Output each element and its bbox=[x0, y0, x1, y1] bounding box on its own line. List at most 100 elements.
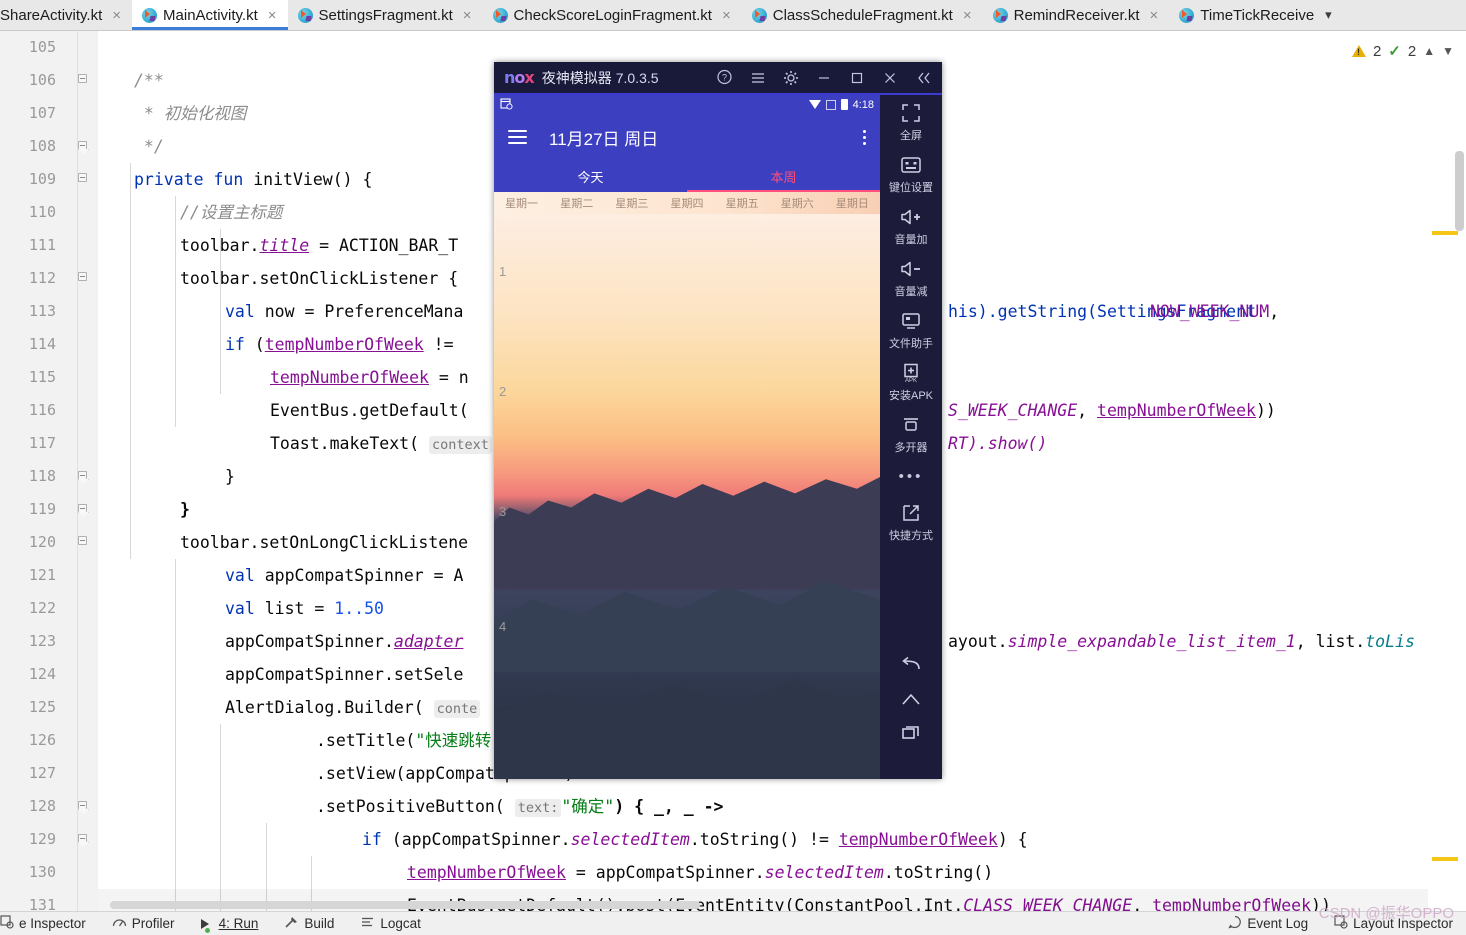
volume-down-icon bbox=[899, 257, 923, 281]
nox-title-bar[interactable]: nox 夜神模拟器 7.0.3.5 ? bbox=[494, 62, 942, 95]
sidebar-item-file-assistant[interactable]: 文件助手 bbox=[880, 309, 942, 351]
code-line-110: //设置主标题 bbox=[180, 203, 283, 222]
close-icon[interactable]: × bbox=[461, 8, 474, 23]
editor-tab-bar: ShareActivity.kt × MainActivity.kt × Set… bbox=[0, 0, 1466, 31]
warning-triangle-icon bbox=[1351, 45, 1366, 57]
nav-home-button[interactable] bbox=[880, 687, 942, 711]
menu-icon[interactable] bbox=[741, 62, 774, 94]
editor-tab-mainactivity[interactable]: MainActivity.kt × bbox=[132, 0, 288, 30]
fullscreen-icon bbox=[901, 101, 921, 125]
maximize-icon[interactable] bbox=[840, 62, 873, 94]
schedule-canvas[interactable]: 1 2 3 4 bbox=[494, 214, 880, 779]
nox-emulator-window[interactable]: nox 夜神模拟器 7.0.3.5 ? 4:18 11月27日 周日 今天 本周… bbox=[494, 62, 942, 779]
statusbar-event-log[interactable]: Event Log bbox=[1215, 915, 1321, 932]
android-tab-row[interactable]: 今天 本周 bbox=[494, 160, 880, 192]
checkmark-icon: ✓ bbox=[1388, 43, 1401, 60]
tab-this-week[interactable]: 本周 bbox=[687, 167, 880, 186]
editor-tab-timetickreceiver[interactable]: TimeTickReceive bbox=[1169, 0, 1323, 30]
chevron-down-icon[interactable]: ▼ bbox=[1442, 44, 1454, 58]
android-screen[interactable]: 4:18 11月27日 周日 今天 本周 星期一 星期二 星期三 星期四 星期五… bbox=[494, 95, 880, 779]
sidebar-item-fullscreen[interactable]: 全屏 bbox=[880, 101, 942, 143]
hamburger-icon[interactable] bbox=[508, 126, 527, 148]
line-number: 129 bbox=[28, 830, 56, 848]
statusbar-run[interactable]: 4: Run bbox=[188, 916, 272, 933]
sidebar-item-volume-up[interactable]: 音量加 bbox=[880, 205, 942, 247]
android-status-bar: 4:18 bbox=[494, 95, 880, 114]
fold-marker[interactable] bbox=[76, 526, 89, 559]
editor-tab-label: CheckScoreLoginFragment.kt bbox=[513, 6, 712, 24]
code-line-111: toolbar.title = ACTION_BAR_T bbox=[180, 236, 459, 255]
help-icon[interactable]: ? bbox=[708, 62, 741, 94]
logcat-icon bbox=[360, 915, 375, 932]
sidebar-item-volume-down[interactable]: 音量减 bbox=[880, 257, 942, 299]
code-line-123-right: ayout.simple_expandable_list_item_1, lis… bbox=[948, 632, 1415, 651]
android-app-bar: 11月27日 周日 bbox=[494, 114, 880, 160]
close-icon[interactable]: × bbox=[961, 8, 974, 23]
sidebar-item-multi-instance[interactable]: 多开器 bbox=[880, 413, 942, 455]
close-icon[interactable]: × bbox=[1148, 8, 1161, 23]
nav-recents-button[interactable] bbox=[880, 721, 942, 745]
inspection-widget[interactable]: 2 ✓ 2 ▲ ▼ bbox=[1347, 40, 1458, 62]
editor-tab-remindreceiver[interactable]: RemindReceiver.kt × bbox=[983, 0, 1170, 30]
minimize-icon[interactable] bbox=[807, 62, 840, 94]
close-icon[interactable]: × bbox=[266, 8, 279, 23]
fold-marker[interactable] bbox=[76, 790, 89, 823]
kotlin-file-icon bbox=[992, 7, 1008, 23]
line-number: 130 bbox=[28, 863, 56, 881]
editor-tab-shareactivity[interactable]: ShareActivity.kt × bbox=[0, 0, 132, 30]
close-icon[interactable]: × bbox=[110, 8, 123, 23]
nox-tool-sidebar[interactable]: 全屏 键位设置 音量加 音量减 文件助手 APK 安装APK 多开器 ••• 快… bbox=[880, 95, 942, 779]
line-number: 112 bbox=[28, 269, 56, 287]
line-number: 118 bbox=[28, 467, 56, 485]
weekday-label: 星期五 bbox=[725, 198, 759, 210]
fold-marker[interactable] bbox=[76, 262, 89, 295]
fold-marker[interactable] bbox=[76, 130, 89, 163]
weekday-label: 星期日 bbox=[835, 198, 869, 210]
statusbar-profiler[interactable]: Profiler bbox=[99, 915, 188, 932]
editor-horizontal-scrollbar[interactable] bbox=[110, 901, 700, 909]
tab-today[interactable]: 今天 bbox=[494, 167, 687, 186]
close-icon[interactable] bbox=[873, 62, 906, 94]
tab-indicator bbox=[687, 190, 880, 192]
chevron-up-icon[interactable]: ▲ bbox=[1423, 44, 1435, 58]
kebab-menu-icon[interactable] bbox=[863, 129, 866, 145]
android-studio-window: ShareActivity.kt × MainActivity.kt × Set… bbox=[0, 0, 1466, 935]
sidebar-item-more[interactable]: ••• bbox=[880, 465, 942, 491]
editor-tab-classschedulefragment[interactable]: ClassScheduleFragment.kt × bbox=[742, 0, 983, 30]
fold-marker[interactable] bbox=[76, 823, 89, 856]
editor-tab-settingsfragment[interactable]: SettingsFragment.kt × bbox=[288, 0, 483, 30]
statusbar-right-group: Event Log Layout Inspector bbox=[1215, 915, 1466, 932]
nox-body: 4:18 11月27日 周日 今天 本周 星期一 星期二 星期三 星期四 星期五… bbox=[494, 95, 942, 779]
fold-marker[interactable] bbox=[76, 460, 89, 493]
statusbar-build[interactable]: Build bbox=[271, 915, 347, 932]
period-number: 4 bbox=[499, 619, 507, 634]
line-number: 114 bbox=[28, 335, 56, 353]
nox-version: 7.0.3.5 bbox=[615, 69, 659, 86]
calendar-notification-icon bbox=[500, 97, 513, 113]
editor-marker-warning[interactable] bbox=[1432, 857, 1458, 861]
fold-marker[interactable] bbox=[76, 163, 89, 196]
editor-marker-warning[interactable] bbox=[1432, 231, 1458, 235]
period-number: 2 bbox=[499, 384, 507, 399]
weekday-label: 星期六 bbox=[780, 198, 814, 210]
sidebar-item-label: 文件助手 bbox=[889, 338, 933, 350]
sidebar-item-install-apk[interactable]: APK 安装APK bbox=[880, 361, 942, 403]
fold-marker[interactable] bbox=[76, 64, 89, 97]
editor-tab-checkscoreloginfragment[interactable]: CheckScoreLoginFragment.kt × bbox=[483, 0, 742, 30]
fold-marker[interactable] bbox=[76, 493, 89, 526]
nav-back-button[interactable] bbox=[880, 653, 942, 677]
close-icon[interactable]: × bbox=[720, 8, 733, 23]
sidebar-item-shortcut[interactable]: 快捷方式 bbox=[880, 501, 942, 543]
collapse-sidebar-icon[interactable] bbox=[906, 62, 942, 94]
statusbar-layout-inspector[interactable]: e Inspector bbox=[0, 915, 99, 932]
chevron-down-icon[interactable]: ▾ bbox=[1323, 0, 1340, 30]
warning-count: 2 bbox=[1372, 42, 1382, 60]
statusbar-logcat[interactable]: Logcat bbox=[347, 915, 434, 932]
line-number: 106 bbox=[28, 71, 56, 89]
editor-vertical-scrollbar[interactable] bbox=[1455, 151, 1464, 231]
settings-gear-icon[interactable] bbox=[774, 62, 807, 94]
line-number: 131 bbox=[28, 896, 56, 911]
statusbar-layout-inspector-right[interactable]: Layout Inspector bbox=[1321, 915, 1466, 932]
sidebar-item-label: 多开器 bbox=[894, 442, 928, 454]
sidebar-item-keymapping[interactable]: 键位设置 bbox=[880, 153, 942, 195]
